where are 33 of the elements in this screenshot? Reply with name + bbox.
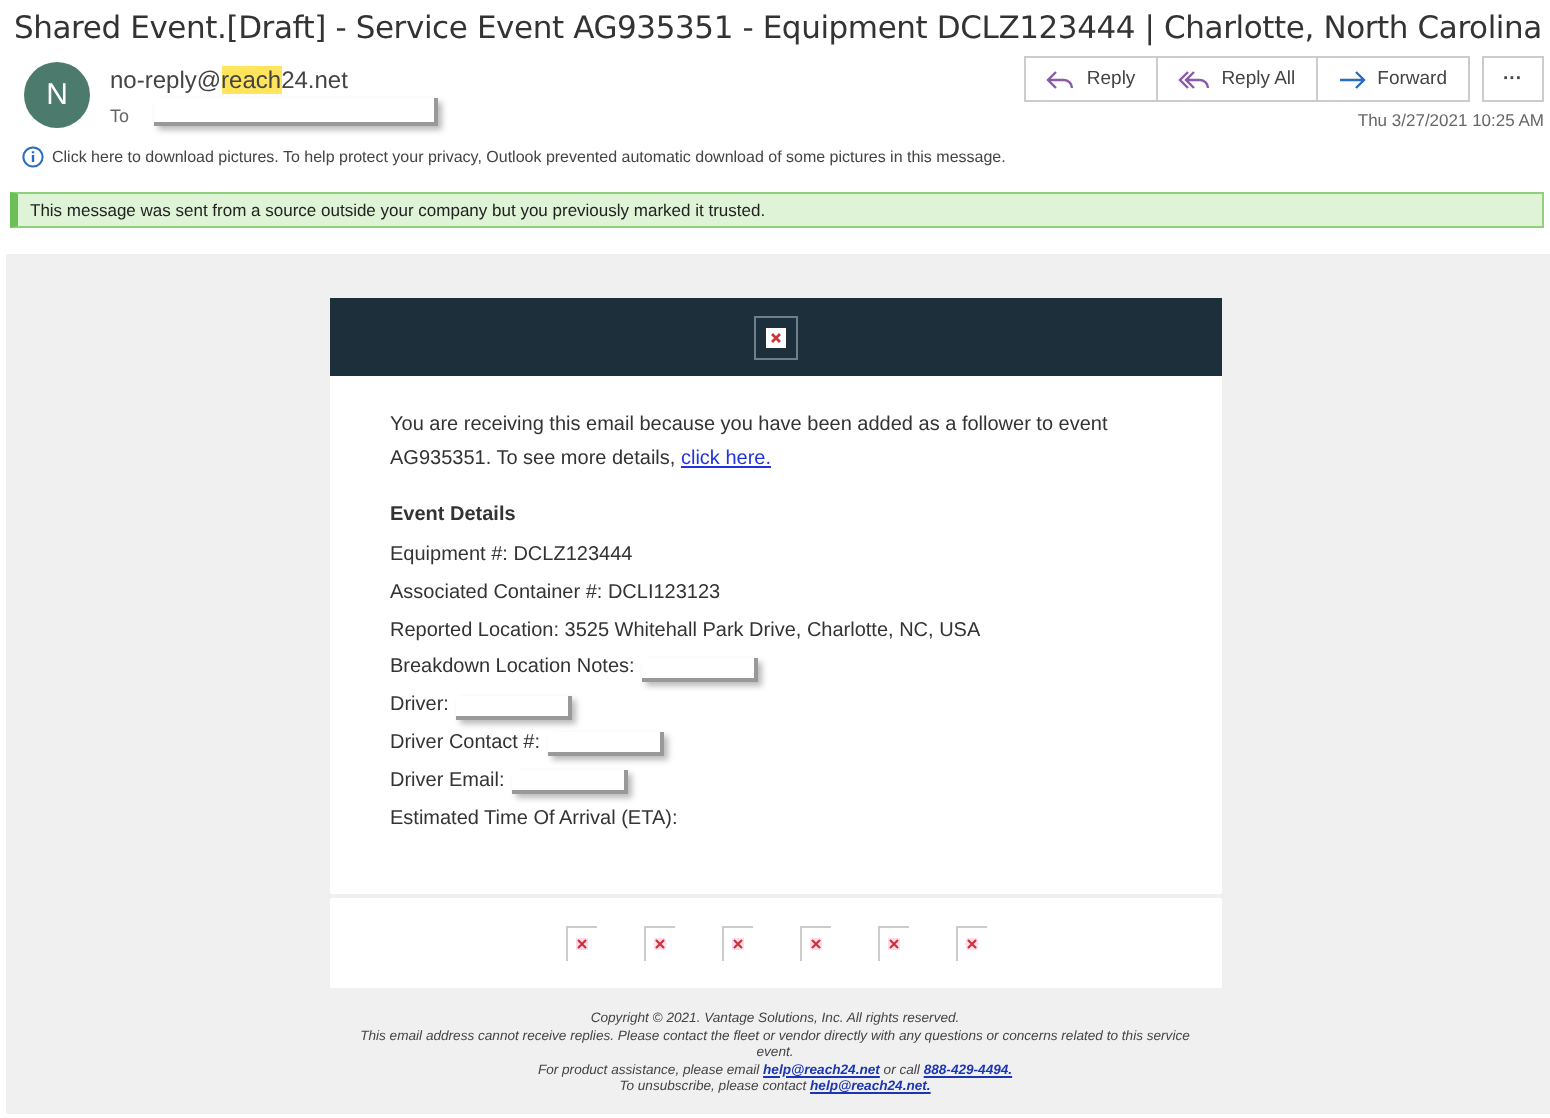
detail-line: Driver Email:	[390, 767, 505, 796]
reply-button[interactable]: Reply	[1024, 56, 1158, 102]
message-date: Thu 3/27/2021 10:25 AM	[1357, 110, 1544, 130]
reply-all-icon	[1177, 69, 1210, 89]
reply-icon	[1046, 69, 1075, 89]
more-button[interactable]: ···	[1481, 56, 1544, 102]
broken-image-icon	[643, 925, 675, 962]
broken-image-icon	[955, 925, 987, 962]
broken-image-icon	[565, 925, 597, 962]
broken-image-icon	[877, 925, 909, 962]
detail-line: Driver:	[390, 692, 449, 721]
download-pictures-notice[interactable]: Click here to download pictures. To help protect your privacy, Outlook prevented automatic download of some pictures in this message.	[52, 148, 1006, 166]
detail-line: Equipment #: DCLZ123444	[390, 542, 633, 570]
click-here-link[interactable]: click here.	[680, 448, 771, 470]
broken-image-icon	[721, 925, 753, 962]
intro-text: You are receiving this email because you have been added as a follower to event AG935351. To see more details, click here.	[390, 412, 1110, 474]
detail-line: Breakdown Location Notes:	[390, 654, 635, 683]
forward-button[interactable]: Forward	[1315, 56, 1469, 102]
to-label: To	[110, 106, 130, 126]
details-heading: Event Details	[390, 502, 518, 530]
broken-image-icon	[754, 315, 798, 359]
info-icon	[22, 146, 44, 168]
trust-banner: This message was sent from a source outside your company but you previously marked it trusted.	[10, 192, 1544, 228]
broken-image-icon	[799, 925, 831, 962]
detail-line: Driver Contact #:	[390, 729, 541, 758]
detail-line: Associated Container #: DCLI123123	[390, 579, 721, 608]
detail-line: Reported Location: 3525 Whitehall Park Drive, Charlotte, NC, USA	[390, 617, 981, 646]
forward-icon	[1337, 69, 1366, 89]
email-subject: Shared Event.[Draft] - Service Event AG935351 - Equipment DCLZ123444 | Charlotte, North Carolina	[12, 8, 1544, 46]
detail-line: Estimated Time Of Arrival (ETA):	[390, 805, 678, 834]
sender-address: no-reply@reach24.net	[110, 66, 350, 94]
sender-avatar: N	[24, 62, 90, 128]
reply-all-button[interactable]: Reply All	[1155, 56, 1318, 102]
